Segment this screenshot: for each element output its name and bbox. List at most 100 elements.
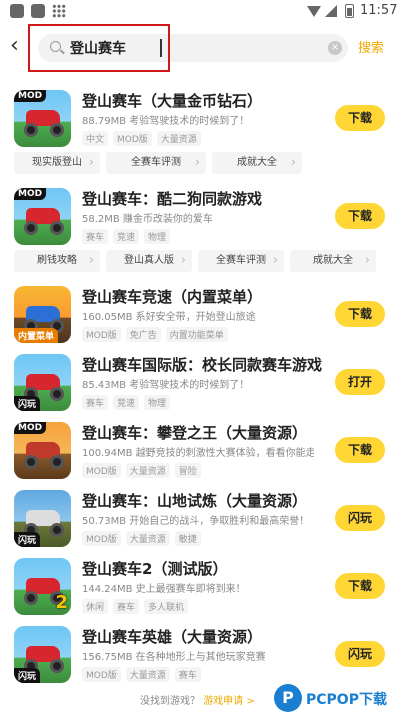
download-button[interactable]: 下载 bbox=[335, 573, 385, 599]
version-badge: 2 bbox=[55, 592, 68, 613]
tag[interactable]: 大量资源 bbox=[125, 463, 170, 478]
app-title: 登山赛车英雄（大量资源） bbox=[82, 628, 263, 646]
related-chip[interactable]: 登山真人版 bbox=[106, 250, 192, 272]
app-desc: 50.73MB 开始自己的战斗，争取胜利和最高荣誉！ bbox=[82, 516, 310, 527]
app-icon: MOD bbox=[14, 90, 71, 147]
tag[interactable]: 大量资源 bbox=[125, 667, 170, 682]
app-row[interactable]: 闪玩 登山赛车：山地试炼（大量资源） 50.73MB 开始自己的战斗，争取胜利和… bbox=[0, 484, 400, 552]
download-button[interactable]: 下载 bbox=[335, 301, 385, 327]
app-title: 登山赛车竞速（内置菜单） bbox=[82, 288, 263, 306]
app-title: 登山赛车：山地试炼（大量资源） bbox=[82, 492, 308, 510]
clear-icon[interactable]: × bbox=[328, 41, 342, 55]
app-row[interactable]: MOD 登山赛车：攀登之王（大量资源） 100.94MB 越野竞技的刺激性大赛体… bbox=[0, 416, 400, 484]
flash-play-badge: 闪玩 bbox=[14, 396, 41, 411]
tag[interactable]: MOD版 bbox=[82, 531, 121, 546]
tag[interactable]: 大量资源 bbox=[156, 131, 201, 146]
app-title: 登山赛车：酷二狗同款游戏 bbox=[82, 190, 263, 208]
tag[interactable]: 物理 bbox=[144, 395, 171, 410]
watermark-logo-icon: P bbox=[274, 684, 302, 712]
search-button[interactable]: 搜索 bbox=[358, 37, 384, 56]
tag[interactable]: 休闲 bbox=[82, 599, 109, 614]
tag[interactable]: MOD版 bbox=[113, 131, 152, 146]
tag-row: 赛车 竞速 物理 bbox=[82, 395, 171, 410]
app-icon: 2 bbox=[14, 558, 71, 615]
tag-row: MOD版 大量资源 赛车 bbox=[82, 667, 201, 682]
tag[interactable]: 赛车 bbox=[82, 395, 109, 410]
tag[interactable]: 物理 bbox=[144, 229, 171, 244]
app-row[interactable]: MOD 登山赛车（大量金币钻石） 88.79MB 考验驾驶技术的时候到了！ 中文… bbox=[0, 84, 400, 152]
tag[interactable]: 大量资源 bbox=[125, 531, 170, 546]
app-row[interactable]: 2 登山赛车2（测试版） 144.24MB 史上最强赛车即将到来！ 休闲 赛车 … bbox=[0, 552, 400, 620]
status-bar: 11:57 bbox=[0, 0, 400, 24]
battery-icon bbox=[345, 4, 354, 18]
tag[interactable]: 敏捷 bbox=[174, 531, 201, 546]
app-desc: 100.94MB 越野竞技的刺激性大赛体验，看看你能走多远 bbox=[82, 448, 314, 459]
app-desc: 88.79MB 考验驾驶技术的时候到了！ bbox=[82, 116, 250, 127]
app-row[interactable]: 内置菜单 登山赛车竞速（内置菜单） 160.05MB 系好安全带，开始登山旅途 … bbox=[0, 280, 400, 348]
text-cursor bbox=[160, 39, 162, 57]
wheel-icon bbox=[50, 659, 64, 673]
related-search-row: 现实版登山 全赛车评测 成就大全 bbox=[0, 152, 400, 182]
related-chip[interactable]: 刷钱攻略 bbox=[14, 250, 100, 272]
tag-row: 中文 MOD版 大量资源 bbox=[82, 131, 201, 146]
related-chip[interactable]: 现实版登山 bbox=[14, 152, 100, 174]
tag[interactable]: 赛车 bbox=[82, 229, 109, 244]
app-row[interactable]: 闪玩 登山赛车国际版：校长同款赛车游戏 85.43MB 考验驾驶技术的时候到了！… bbox=[0, 348, 400, 416]
tag[interactable]: 中文 bbox=[82, 131, 109, 146]
download-button[interactable]: 下载 bbox=[335, 203, 385, 229]
menu-badge: 内置菜单 bbox=[14, 328, 59, 343]
footer-prompt: 没找到游戏？ 游戏申请 > bbox=[140, 692, 255, 707]
tag[interactable]: 内置功能菜单 bbox=[165, 327, 228, 342]
app-icon: MOD bbox=[14, 422, 71, 479]
open-button[interactable]: 打开 bbox=[335, 369, 385, 395]
game-request-link[interactable]: 游戏申请 > bbox=[203, 696, 255, 707]
app-grid-icon bbox=[52, 4, 66, 18]
back-icon[interactable]: ‹ bbox=[10, 34, 30, 58]
app-icon: MOD bbox=[14, 188, 71, 245]
wheel-icon bbox=[50, 387, 64, 401]
flash-play-button[interactable]: 闪玩 bbox=[335, 641, 385, 667]
tag[interactable]: 免广告 bbox=[125, 327, 161, 342]
related-chip[interactable]: 全赛车评测 bbox=[198, 250, 284, 272]
wheel-icon bbox=[50, 455, 64, 469]
download-button[interactable]: 下载 bbox=[335, 105, 385, 131]
tag[interactable]: MOD版 bbox=[82, 463, 121, 478]
app-icon: 闪玩 bbox=[14, 490, 71, 547]
wheel-icon bbox=[50, 123, 64, 137]
search-icon bbox=[50, 41, 61, 52]
download-button[interactable]: 下载 bbox=[335, 437, 385, 463]
related-search-row: 刷钱攻略 登山真人版 全赛车评测 成就大全 bbox=[0, 250, 400, 280]
app-row[interactable]: MOD 登山赛车：酷二狗同款游戏 58.2MB 赚金币改装你的爱车 赛车 竞速 … bbox=[0, 182, 400, 250]
app-title: 登山赛车国际版：校长同款赛车游戏 bbox=[82, 356, 323, 374]
watermark-text: PCPOP下载 bbox=[306, 692, 387, 708]
tag[interactable]: 赛车 bbox=[174, 667, 201, 682]
tag[interactable]: 竞速 bbox=[113, 229, 140, 244]
tag[interactable]: 赛车 bbox=[113, 599, 140, 614]
app-icon: 闪玩 bbox=[14, 626, 71, 683]
mod-badge: MOD bbox=[14, 188, 47, 200]
related-chip[interactable]: 全赛车评测 bbox=[106, 152, 206, 174]
tag[interactable]: MOD版 bbox=[82, 327, 121, 342]
app-desc: 85.43MB 考验驾驶技术的时候到了！ bbox=[82, 380, 250, 391]
mod-badge: MOD bbox=[14, 422, 47, 434]
tag-row: MOD版 大量资源 敏捷 bbox=[82, 531, 201, 546]
app-row[interactable]: 闪玩 登山赛车英雄（大量资源） 156.75MB 在各种地形上与其他玩家竞赛 M… bbox=[0, 620, 400, 688]
wheel-icon bbox=[50, 523, 64, 537]
tag[interactable]: 多人联机 bbox=[144, 599, 189, 614]
search-input[interactable] bbox=[70, 37, 320, 59]
tag[interactable]: MOD版 bbox=[82, 667, 121, 682]
mod-badge: MOD bbox=[14, 90, 47, 102]
related-chip[interactable]: 成就大全 bbox=[212, 152, 302, 174]
tag-row: MOD版 免广告 内置功能菜单 bbox=[82, 327, 228, 342]
flash-play-button[interactable]: 闪玩 bbox=[335, 505, 385, 531]
tag[interactable]: 竞速 bbox=[113, 395, 140, 410]
tag[interactable]: 冒险 bbox=[174, 463, 201, 478]
wheel-icon bbox=[24, 123, 38, 137]
status-time: 11:57 bbox=[360, 3, 398, 18]
notification-icon bbox=[31, 4, 45, 18]
related-chip[interactable]: 成就大全 bbox=[290, 250, 376, 272]
app-title: 登山赛车：攀登之王（大量资源） bbox=[82, 424, 308, 442]
app-icon: 闪玩 bbox=[14, 354, 71, 411]
app-icon: 内置菜单 bbox=[14, 286, 71, 343]
search-box[interactable]: × bbox=[38, 34, 348, 62]
